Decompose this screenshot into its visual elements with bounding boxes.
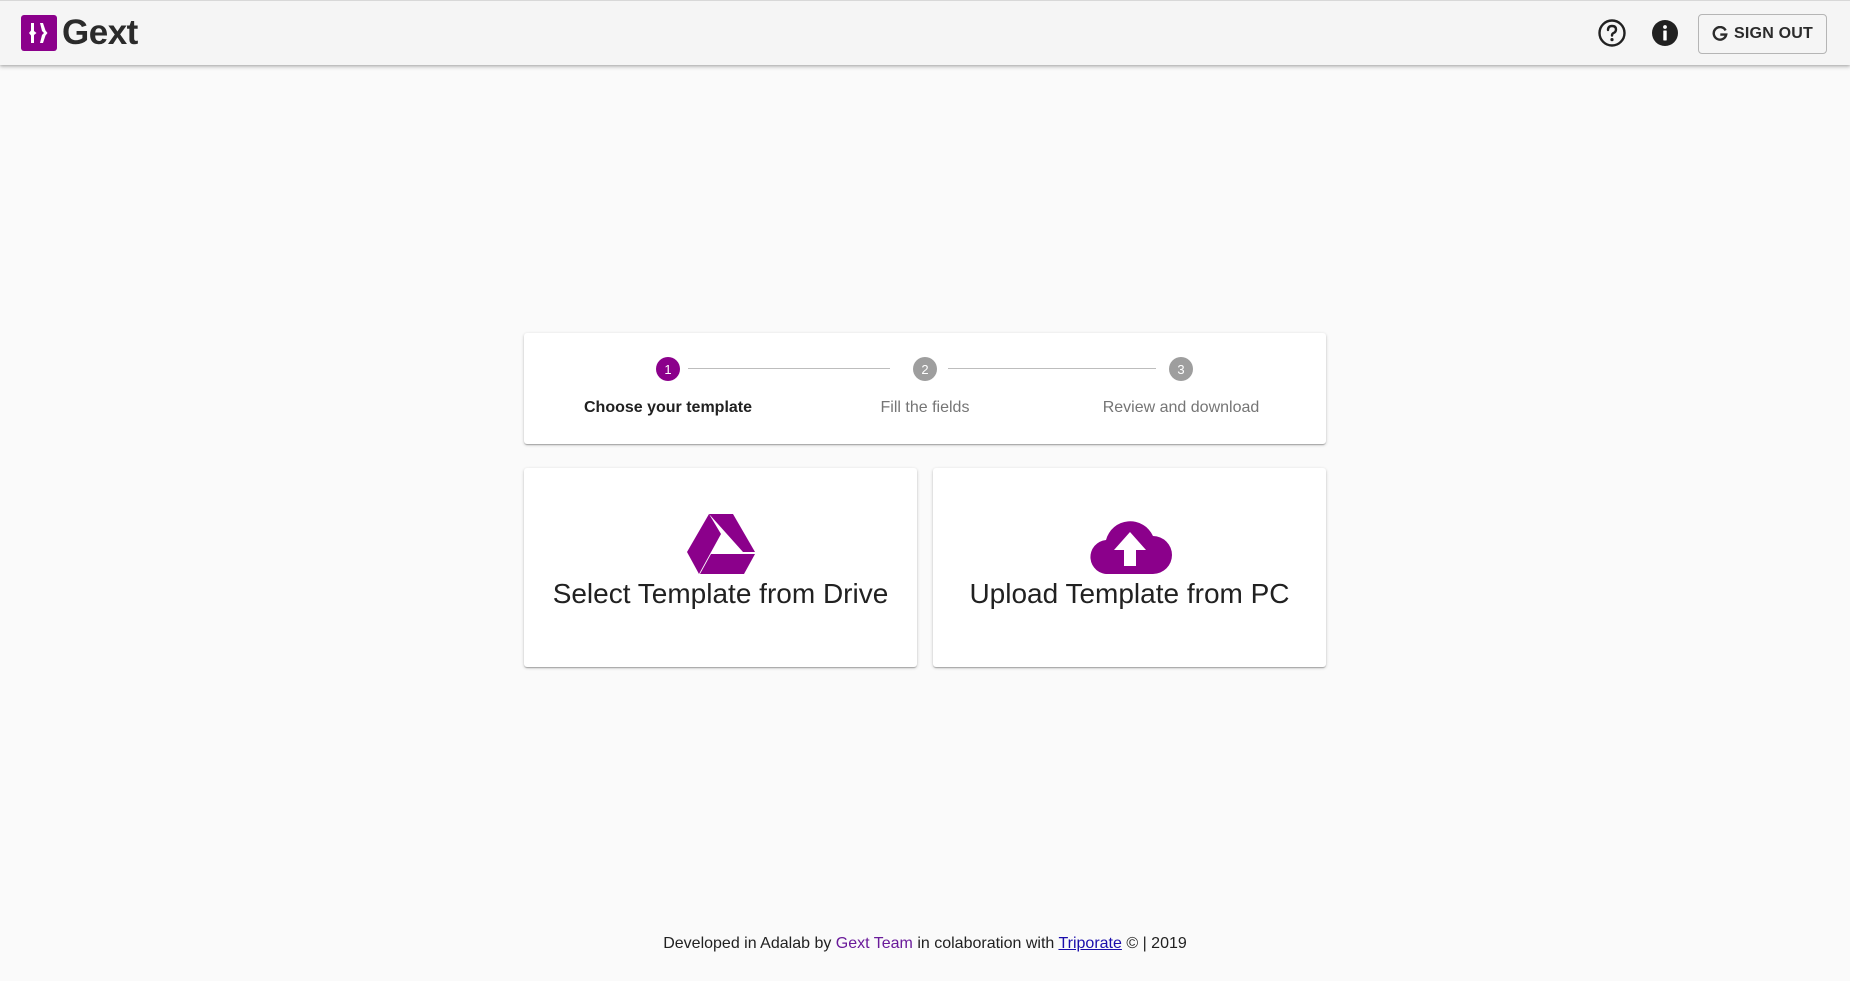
footer-middle: in colaboration with — [917, 935, 1055, 952]
app-logo[interactable]: Gext — [21, 15, 138, 51]
gext-logo-icon — [21, 15, 57, 51]
sign-out-button[interactable]: SIGN OUT — [1698, 14, 1827, 54]
info-icon — [1652, 20, 1678, 46]
select-from-drive-label: Select Template from Drive — [552, 578, 889, 609]
footer-prefix: Developed in Adalab by — [663, 935, 832, 952]
upload-from-pc-label: Upload Template from PC — [969, 578, 1290, 609]
progress-stepper: 1 2 3 Choose your template Fill the fiel… — [524, 333, 1326, 444]
step-2-label: Fill the fields — [880, 399, 970, 416]
sign-out-label: SIGN OUT — [1734, 25, 1813, 42]
step-1-circle: 1 — [656, 357, 680, 381]
footer: Developed in Adalab by Gext Team in cola… — [0, 935, 1850, 953]
cloud-upload-icon — [933, 514, 1326, 574]
upload-from-pc-card[interactable]: Upload Template from PC — [933, 468, 1326, 667]
footer-team: Gext Team — [835, 935, 913, 952]
step-3-label: Review and download — [1102, 399, 1260, 416]
app-bar: Gext SIGN OUT — [0, 0, 1850, 65]
step-connector-2 — [948, 368, 1156, 369]
app-name: Gext — [62, 13, 138, 52]
step-3-circle: 3 — [1169, 357, 1193, 381]
step-3-number: 3 — [1177, 361, 1185, 377]
help-circle-icon — [1598, 19, 1626, 47]
google-icon — [1712, 26, 1728, 41]
step-connector-1 — [688, 368, 890, 369]
select-from-drive-card[interactable]: Select Template from Drive — [524, 468, 917, 667]
step-2-circle: 2 — [913, 357, 937, 381]
footer-partner-link[interactable]: Triporate — [1058, 935, 1121, 952]
step-1-label: Choose your template — [583, 399, 753, 416]
help-button[interactable] — [1595, 16, 1629, 50]
google-drive-icon — [524, 514, 917, 574]
step-1-number: 1 — [664, 361, 672, 377]
footer-suffix: © | 2019 — [1126, 935, 1187, 952]
step-2-number: 2 — [921, 361, 929, 377]
info-button[interactable] — [1648, 16, 1682, 50]
